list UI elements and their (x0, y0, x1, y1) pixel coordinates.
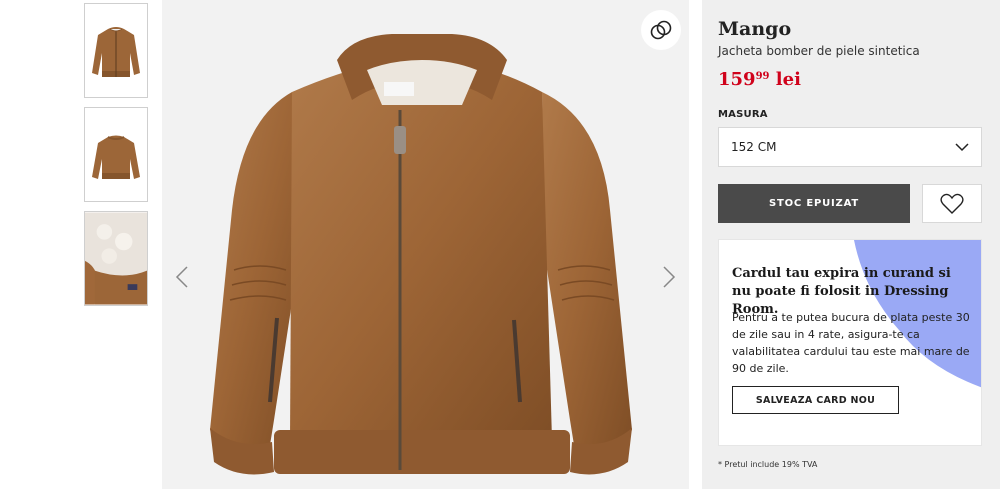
chevron-down-icon (955, 142, 969, 151)
price-decimals: 99 (755, 71, 770, 82)
jacket-image (210, 34, 632, 475)
compare-button[interactable] (641, 10, 681, 50)
chevron-left-icon (175, 266, 188, 288)
save-new-card-button[interactable]: SALVEAZA CARD NOU (732, 386, 899, 414)
thumbnail-front[interactable] (84, 3, 148, 98)
vat-note: * Pretul include 19% TVA (718, 460, 818, 469)
size-label: MASURA (718, 109, 768, 120)
chevron-right-icon (663, 266, 676, 288)
brand-name[interactable]: Mango (718, 18, 791, 40)
product-info-panel: Mango Jacheta bomber de piele sintetica … (702, 0, 1000, 489)
wishlist-button[interactable] (922, 184, 982, 223)
thumbnail-lining[interactable] (84, 211, 148, 306)
card-expiry-notice: Cardul tau expira in curand si nu poate … (718, 239, 982, 446)
compare-circles-icon (650, 20, 672, 40)
price-currency: lei (775, 69, 801, 90)
heart-icon (940, 193, 964, 214)
previous-image-button[interactable] (170, 262, 194, 292)
out-of-stock-button[interactable]: STOC EPUIZAT (718, 184, 910, 223)
card-notice-text: Pentru a te putea bucura de plata peste … (732, 311, 970, 375)
product-name: Jacheta bomber de piele sintetica (718, 44, 920, 58)
thumbnail-back[interactable] (84, 107, 148, 202)
main-product-image[interactable] (162, 0, 689, 489)
product-page: Mango Jacheta bomber de piele sintetica … (0, 0, 1000, 489)
size-select[interactable]: 152 CM (718, 127, 982, 167)
thumbnail-list (84, 3, 148, 315)
size-selected-value: 152 CM (731, 140, 777, 154)
next-image-button[interactable] (657, 262, 681, 292)
price-integer: 159 (718, 69, 756, 90)
product-price: 15999 lei (718, 69, 801, 90)
